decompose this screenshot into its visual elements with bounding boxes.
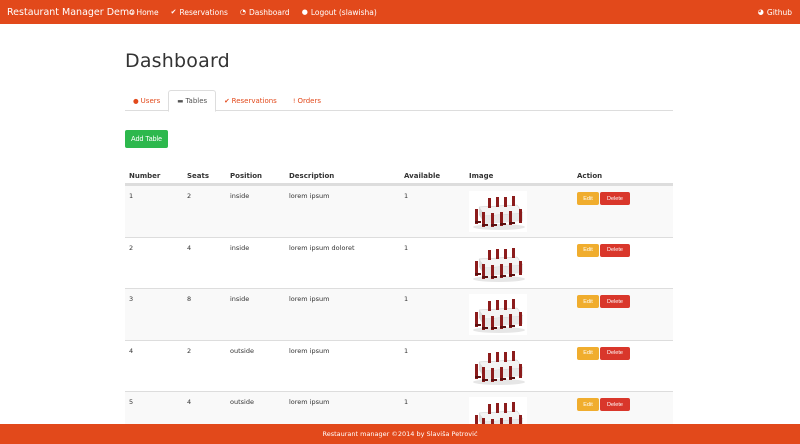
cell-actions: Edit Delete bbox=[573, 238, 673, 289]
tab-reservations[interactable]: ✔ Reservations bbox=[216, 90, 285, 111]
cell-image bbox=[465, 341, 573, 392]
nav-github-label: Github bbox=[766, 7, 792, 17]
table-header: Number Seats Position Description Availa… bbox=[125, 168, 673, 185]
user-icon: ● bbox=[133, 96, 139, 105]
header-description: Description bbox=[289, 171, 335, 180]
cell-image bbox=[465, 238, 573, 289]
edit-button[interactable]: Edit bbox=[577, 346, 599, 360]
delete-button[interactable]: Delete bbox=[600, 243, 630, 257]
cell-actions: Edit Delete bbox=[573, 186, 673, 237]
table-row: 3 8 inside lorem ipsum 1 Edit Delete bbox=[125, 288, 673, 340]
table-row: 4 2 outside lorem ipsum 1 Edit Delete bbox=[125, 339, 673, 392]
table-icon: ▬ bbox=[177, 97, 184, 105]
tab-users-label: Users bbox=[140, 96, 161, 105]
table-row: 2 4 inside lorem ipsum doloret 1 Edit De… bbox=[125, 236, 673, 289]
cell-available: 1 bbox=[404, 295, 409, 303]
edit-button[interactable]: Edit bbox=[577, 243, 599, 257]
cell-available: 1 bbox=[404, 346, 409, 355]
nav-github[interactable]: ◕ Github bbox=[752, 0, 800, 24]
header-image: Image bbox=[469, 171, 494, 180]
brand-link[interactable]: Restaurant Manager Demo bbox=[0, 7, 135, 18]
nav-logout-label: Logout (slawisha) bbox=[310, 7, 377, 17]
cell-available: 1 bbox=[404, 192, 409, 200]
cell-image bbox=[465, 186, 573, 237]
table-photo bbox=[469, 242, 527, 284]
cell-position: inside bbox=[230, 192, 250, 200]
nav-reservations-label: Reservations bbox=[179, 7, 228, 17]
delete-button[interactable]: Delete bbox=[600, 346, 630, 360]
add-table-button[interactable]: Add Table bbox=[125, 130, 168, 148]
tab-tables-label: Tables bbox=[185, 97, 208, 105]
dashboard-tabs: ● Users ▬ Tables ✔ Reservations ! Orders bbox=[125, 90, 673, 112]
nav-home[interactable]: ⌂ Home bbox=[123, 0, 165, 24]
cell-position: outside bbox=[230, 346, 254, 355]
cell-number: 3 bbox=[129, 295, 134, 303]
cell-position: inside bbox=[230, 243, 250, 252]
cell-image bbox=[465, 289, 573, 340]
tab-orders-label: Orders bbox=[297, 96, 321, 105]
delete-button[interactable]: Delete bbox=[600, 295, 630, 308]
cell-description: lorem ipsum doloret bbox=[289, 243, 355, 252]
delete-button[interactable]: Delete bbox=[600, 398, 630, 411]
cell-available: 1 bbox=[404, 243, 409, 252]
table-photo bbox=[469, 191, 527, 232]
cell-description: lorem ipsum bbox=[289, 346, 330, 355]
nav-reservations[interactable]: ✔ Reservations bbox=[165, 0, 234, 24]
cell-description: lorem ipsum bbox=[289, 295, 330, 303]
exclamation-icon: ! bbox=[292, 96, 296, 105]
table-body: 1 2 inside lorem ipsum 1 Edit Delete 2 4… bbox=[125, 185, 673, 443]
nav-home-label: Home bbox=[136, 7, 159, 17]
dashboard-icon: ◔ bbox=[239, 8, 246, 16]
cell-number: 1 bbox=[129, 192, 134, 200]
github-icon: ◕ bbox=[757, 8, 764, 16]
header-action: Action bbox=[577, 171, 603, 180]
nav-logout[interactable]: ● Logout (slawisha) bbox=[296, 0, 383, 24]
tab-orders[interactable]: ! Orders bbox=[285, 90, 329, 111]
cell-seats: 4 bbox=[187, 243, 192, 252]
page-title: Dashboard bbox=[125, 50, 230, 72]
home-icon: ⌂ bbox=[129, 8, 134, 16]
cell-actions: Edit Delete bbox=[573, 341, 673, 392]
header-available: Available bbox=[404, 171, 441, 180]
header-seats: Seats bbox=[187, 171, 210, 180]
tab-tables[interactable]: ▬ Tables bbox=[168, 90, 217, 112]
footer: Restaurant manager ©2014 by Slaviša Petr… bbox=[0, 424, 800, 444]
user-icon: ● bbox=[301, 8, 308, 16]
table-photo bbox=[469, 294, 527, 335]
tables-table: Number Seats Position Description Availa… bbox=[125, 168, 673, 443]
nav-dashboard[interactable]: ◔ Dashboard bbox=[234, 0, 296, 24]
table-row: 1 2 inside lorem ipsum 1 Edit Delete bbox=[125, 185, 673, 237]
cell-number: 2 bbox=[129, 243, 134, 252]
nav-dashboard-label: Dashboard bbox=[249, 7, 290, 17]
cell-seats: 2 bbox=[187, 192, 192, 200]
edit-button[interactable]: Edit bbox=[577, 295, 599, 308]
header-number: Number bbox=[129, 171, 161, 180]
cell-seats: 8 bbox=[187, 295, 192, 303]
cell-seats: 2 bbox=[187, 346, 192, 355]
edit-button[interactable]: Edit bbox=[577, 192, 599, 205]
edit-button[interactable]: Edit bbox=[577, 398, 599, 411]
table-photo bbox=[469, 345, 527, 387]
delete-button[interactable]: Delete bbox=[600, 192, 630, 205]
cell-position: inside bbox=[230, 295, 250, 303]
top-navbar: Restaurant Manager Demo ⌂ Home ✔ Reserva… bbox=[0, 0, 800, 24]
tab-reservations-label: Reservations bbox=[231, 96, 277, 105]
cell-number: 4 bbox=[129, 346, 134, 355]
header-position: Position bbox=[230, 171, 263, 180]
tab-users[interactable]: ● Users bbox=[125, 90, 168, 111]
cell-actions: Edit Delete bbox=[573, 289, 673, 340]
check-icon: ✔ bbox=[224, 96, 230, 105]
check-icon: ✔ bbox=[170, 8, 177, 16]
cell-description: lorem ipsum bbox=[289, 192, 330, 200]
